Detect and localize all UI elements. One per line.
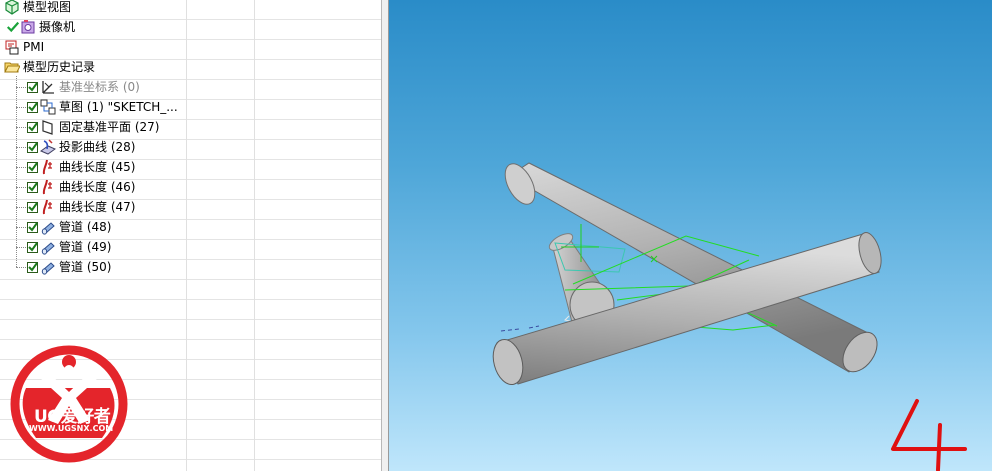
tree-node-label: 模型历史记录 — [23, 60, 96, 74]
datum-csys-icon — [42, 81, 54, 94]
datum-plane-icon — [42, 120, 53, 135]
visibility-checkbox[interactable] — [27, 261, 38, 273]
tree-node-tube-49[interactable]: 管道 (49) — [27, 237, 111, 257]
tree-node-projected-curve[interactable]: 投影曲线 (28) — [27, 137, 135, 157]
tree-node-model-history[interactable]: 模型历史记录 — [4, 57, 95, 77]
watermark-url: WWW.UGSNX.COM — [29, 424, 114, 433]
visibility-checkbox[interactable] — [27, 141, 38, 153]
graphics-viewport[interactable] — [389, 0, 992, 471]
curve-length-icon — [42, 159, 52, 175]
curve-length-icon — [42, 179, 52, 195]
tree-node-curve-length-47[interactable]: 曲线长度 (47) — [27, 197, 135, 217]
tree-node-label: 管道 (49) — [59, 240, 112, 254]
visibility-checkbox[interactable] — [27, 101, 38, 113]
tree-node-model-views[interactable]: 模型视图 — [4, 0, 71, 17]
tree-node-datum-plane[interactable]: 固定基准平面 (27) — [27, 117, 159, 137]
sketch-icon — [40, 99, 56, 115]
tree-node-label: 曲线长度 (46) — [59, 180, 136, 194]
visibility-checkbox[interactable] — [27, 121, 38, 133]
tube-icon — [41, 222, 55, 235]
annotation-number-4 — [891, 399, 967, 471]
pmi-icon — [5, 40, 19, 55]
tree-node-label: 固定基准平面 (27) — [59, 120, 160, 134]
tree-node-cameras[interactable]: 摄像机 — [6, 17, 75, 37]
projected-curve-icon — [40, 139, 56, 155]
visibility-checkbox[interactable] — [27, 181, 38, 193]
visibility-checkbox[interactable] — [27, 221, 38, 233]
visibility-checkbox[interactable] — [27, 241, 38, 253]
visibility-checkbox[interactable] — [27, 201, 38, 213]
model-scene — [492, 162, 967, 471]
tree-node-label: 模型视图 — [23, 0, 72, 14]
tree-node-tube-48[interactable]: 管道 (48) — [27, 217, 111, 237]
tree-node-label: 草图 (1) "SKETCH_... — [59, 100, 178, 114]
tree-node-label: 基准坐标系 (0) — [59, 80, 140, 94]
tree-node-label: 投影曲线 (28) — [59, 140, 136, 154]
curve-length-icon — [42, 199, 52, 215]
folder-open-icon — [4, 62, 20, 73]
cameras-icon — [21, 20, 35, 34]
navigator-splitter[interactable] — [381, 0, 389, 471]
tree-node-label: 曲线长度 (47) — [59, 200, 136, 214]
tree-node-label: PMI — [23, 40, 45, 54]
visibility-checkbox[interactable] — [27, 161, 38, 173]
tree-node-label: 管道 (50) — [59, 260, 112, 274]
tree-node-curve-length-45[interactable]: 曲线长度 (45) — [27, 157, 135, 177]
part-navigator: 模型视图 摄像机 PMI 模型历史记录 基准坐标系 (0) 草图 (1) "SK… — [0, 0, 381, 471]
tree-node-label: 摄像机 — [39, 20, 76, 34]
tree-node-curve-length-46[interactable]: 曲线长度 (46) — [27, 177, 135, 197]
tube-icon — [41, 262, 55, 275]
tree-node-datum-csys[interactable]: 基准坐标系 (0) — [27, 77, 140, 97]
tree-node-tube-50[interactable]: 管道 (50) — [27, 257, 111, 277]
tube-icon — [41, 242, 55, 255]
tree-node-label: 曲线长度 (45) — [59, 160, 136, 174]
tree-node-label: 管道 (48) — [59, 220, 112, 234]
checkmark-icon — [6, 21, 20, 33]
tree-node-pmi[interactable]: PMI — [4, 37, 44, 57]
visibility-checkbox[interactable] — [27, 81, 38, 93]
tree-node-sketch[interactable]: 草图 (1) "SKETCH_... — [27, 97, 178, 117]
model-views-icon — [5, 0, 19, 15]
